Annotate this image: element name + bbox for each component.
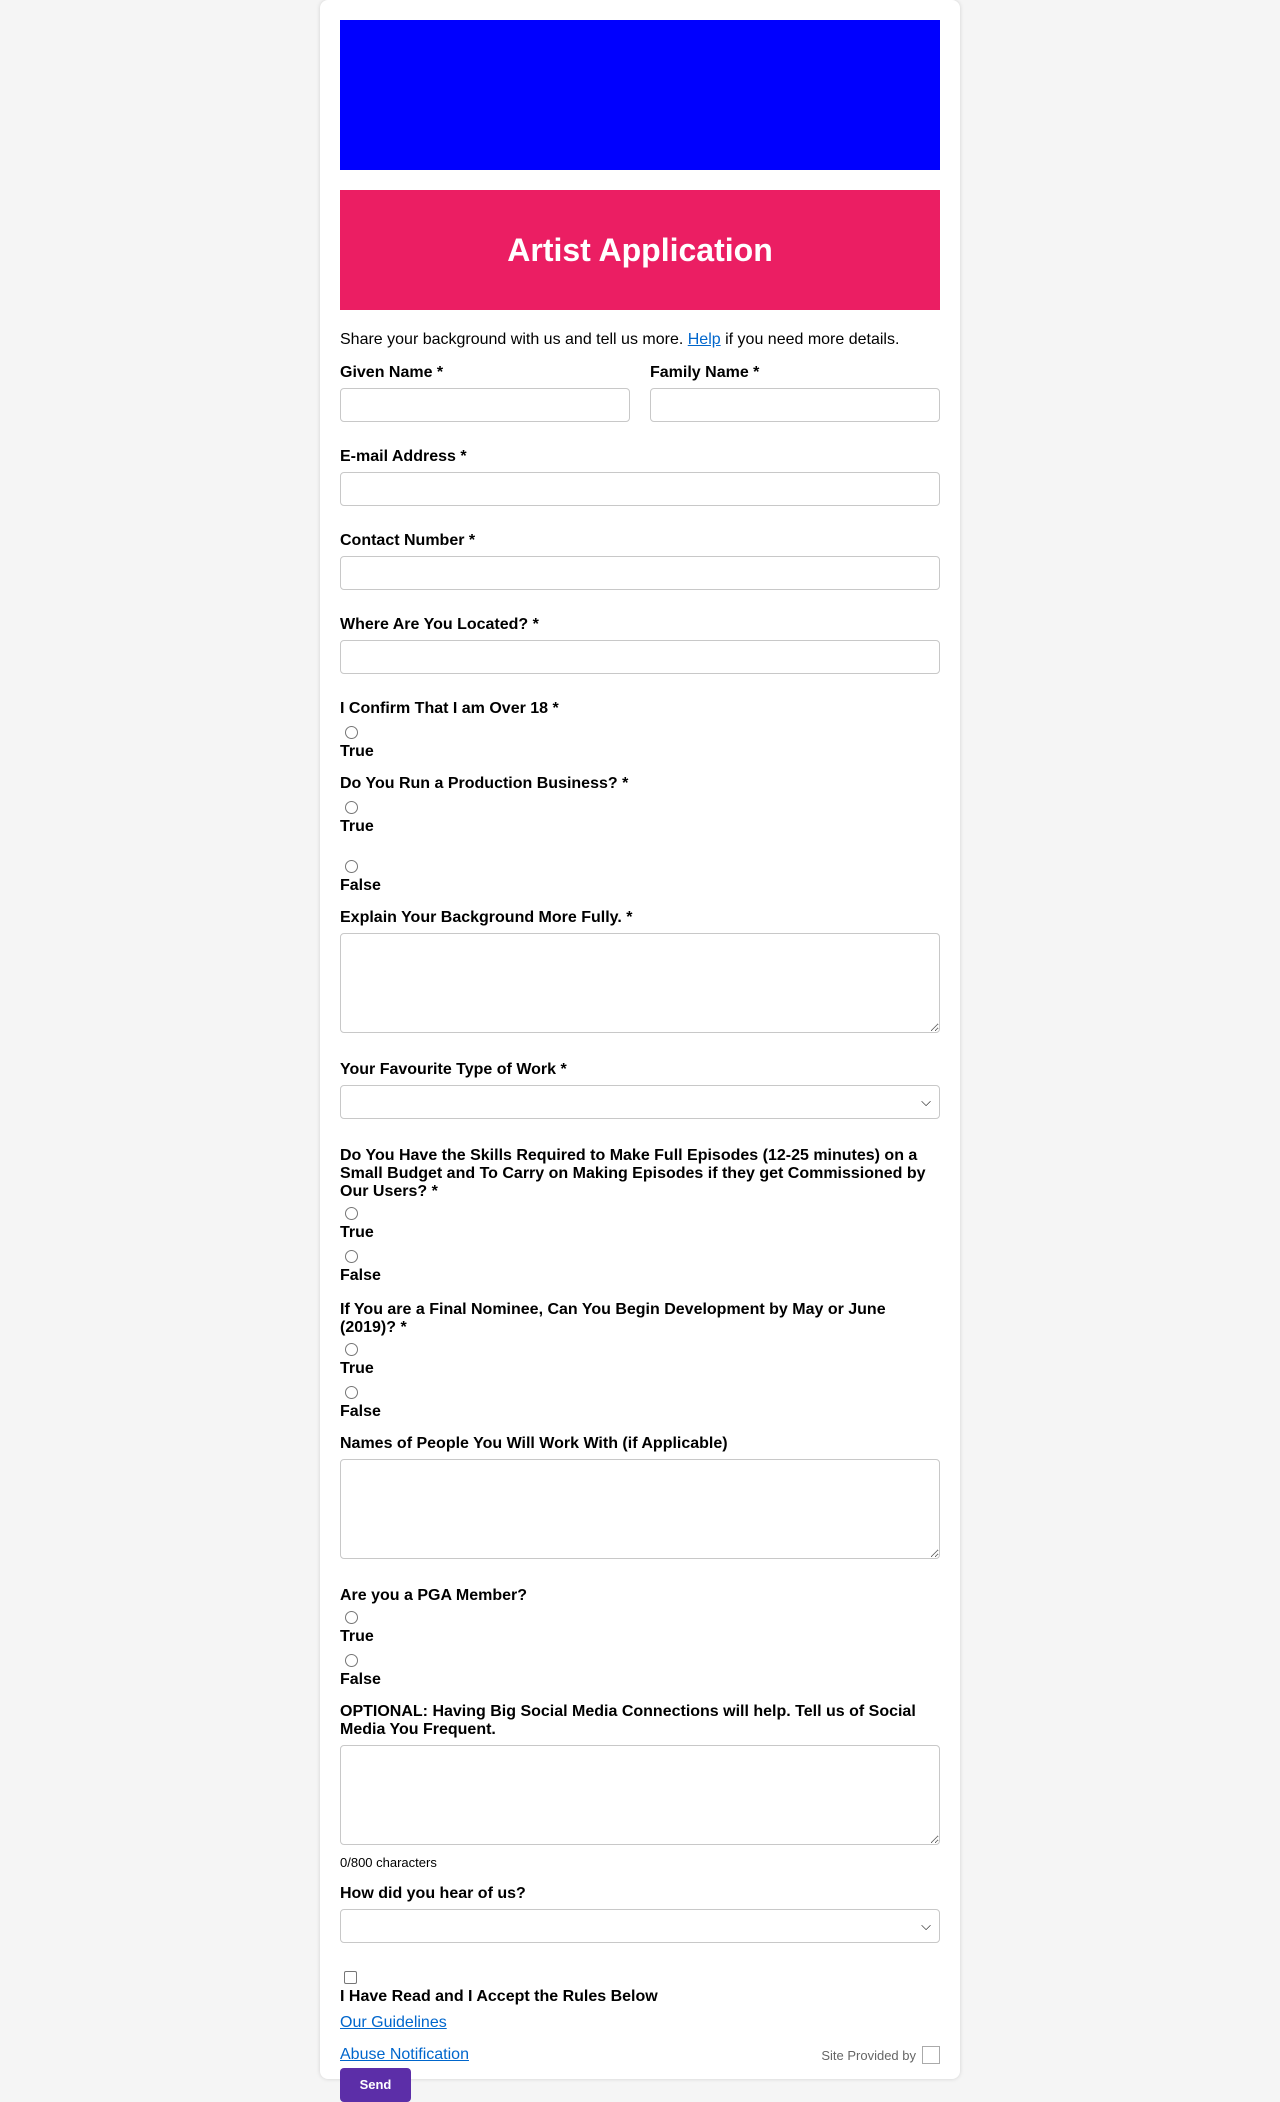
nominee-true-label: True [340,1360,374,1377]
work-type-label: Your Favourite Type of Work * [340,1061,567,1078]
over18-label: I Confirm That I am Over 18 * [340,700,559,717]
contact-group: Contact Number * [340,532,940,590]
skills-label: Do You Have the Skills Required to Make … [340,1147,926,1200]
intro-text: Share your background with us and tell u… [340,330,940,350]
contact-label: Contact Number * [340,532,476,549]
hear-group: How did you hear of us? ⌵ [340,1885,940,1943]
production-true-label: True [340,818,374,835]
social-textarea[interactable] [340,1745,940,1845]
skills-false-label: False [340,1267,381,1284]
pga-label: Are you a PGA Member? [340,1587,528,1604]
social-label: OPTIONAL: Having Big Social Media Connec… [340,1703,916,1738]
nominee-false-label: False [340,1403,381,1420]
contact-input[interactable] [340,556,940,590]
social-char-counter: 0/800 characters [340,1855,437,1870]
skills-true-label: True [340,1224,374,1241]
given-name-input[interactable] [340,388,630,422]
send-button[interactable]: Send [340,2068,411,2102]
provider-logo-icon [922,2046,940,2064]
pga-group: Are you a PGA Member? True False [340,1587,940,1689]
background-label: Explain Your Background More Fully. * [340,909,633,926]
email-group: E-mail Address * [340,448,940,506]
over18-true-option: True [340,726,940,761]
hear-select[interactable]: ⌵ [340,1909,940,1943]
nominee-false-option: False [340,1386,940,1421]
nominee-label: If You are a Final Nominee, Can You Begi… [340,1301,886,1336]
family-name-group: Family Name * [650,364,940,422]
guidelines-wrap: Our Guidelines [340,2014,940,2032]
pga-true-option: True [340,1611,940,1646]
production-label: Do You Run a Production Business? * [340,775,629,792]
pga-false-radio[interactable] [345,1654,358,1667]
hear-label: How did you hear of us? [340,1885,526,1902]
production-group: Do You Run a Production Business? * True… [340,775,940,895]
nominee-true-option: True [340,1343,940,1378]
provided-by: Site Provided by [821,2046,940,2064]
form-container: Artist Application Share your background… [340,20,940,2102]
pga-true-label: True [340,1628,374,1645]
nominee-group: If You are a Final Nominee, Can You Begi… [340,1301,940,1421]
abuse-notification-link[interactable]: Abuse Notification [340,2046,469,2064]
given-name-group: Given Name * [340,364,630,422]
family-name-label: Family Name * [650,364,760,381]
family-name-input[interactable] [650,388,940,422]
over18-true-radio[interactable] [345,726,358,739]
given-name-label: Given Name * [340,364,444,381]
location-input[interactable] [340,640,940,674]
background-group: Explain Your Background More Fully. * [340,909,940,1033]
production-false-label: False [340,877,381,894]
chevron-down-icon: ⌵ [921,1918,931,1933]
chevron-down-icon: ⌵ [921,1094,931,1109]
form-card: Artist Application Share your background… [320,0,960,2102]
email-label: E-mail Address * [340,448,467,465]
nominee-true-radio[interactable] [345,1343,358,1356]
background-textarea[interactable] [340,933,940,1033]
form-title: Artist Application [507,231,773,268]
intro-prefix: Share your background with us and tell u… [340,331,688,348]
people-label: Names of People You Will Work With (if A… [340,1435,728,1452]
pga-false-label: False [340,1671,381,1688]
email-input[interactable] [340,472,940,506]
location-group: Where Are You Located? * [340,616,940,674]
production-false-option: False [340,860,940,895]
rules-label: I Have Read and I Accept the Rules Below [340,1988,658,2005]
skills-false-option: False [340,1250,940,1285]
footer-row: Abuse Notification Site Provided by [340,2046,940,2064]
work-type-select[interactable]: ⌵ [340,1085,940,1119]
skills-false-radio[interactable] [345,1250,358,1263]
intro-suffix: if you need more details. [720,331,900,348]
social-group: OPTIONAL: Having Big Social Media Connec… [340,1703,940,1871]
title-box: Artist Application [340,190,940,310]
over18-true-label: True [340,743,374,760]
people-group: Names of People You Will Work With (if A… [340,1435,940,1559]
rules-group: I Have Read and I Accept the Rules Below… [340,1971,940,2032]
production-true-option: True [340,801,940,836]
skills-true-radio[interactable] [345,1207,358,1220]
location-label: Where Are You Located? * [340,616,539,633]
work-type-group: Your Favourite Type of Work * ⌵ [340,1061,940,1119]
guidelines-link[interactable]: Our Guidelines [340,2014,447,2031]
over18-group: I Confirm That I am Over 18 * True [340,700,940,761]
rules-checkbox[interactable] [344,1971,357,1984]
skills-true-option: True [340,1207,940,1242]
production-true-radio[interactable] [345,801,358,814]
pga-true-radio[interactable] [345,1611,358,1624]
provided-by-text: Site Provided by [821,2047,916,2063]
name-row: Given Name * Family Name * [340,364,940,422]
skills-group: Do You Have the Skills Required to Make … [340,1147,940,1285]
pga-false-option: False [340,1654,940,1689]
nominee-false-radio[interactable] [345,1386,358,1399]
help-link[interactable]: Help [688,331,721,348]
people-textarea[interactable] [340,1459,940,1559]
header-banner [340,20,940,170]
production-false-radio[interactable] [345,860,358,873]
